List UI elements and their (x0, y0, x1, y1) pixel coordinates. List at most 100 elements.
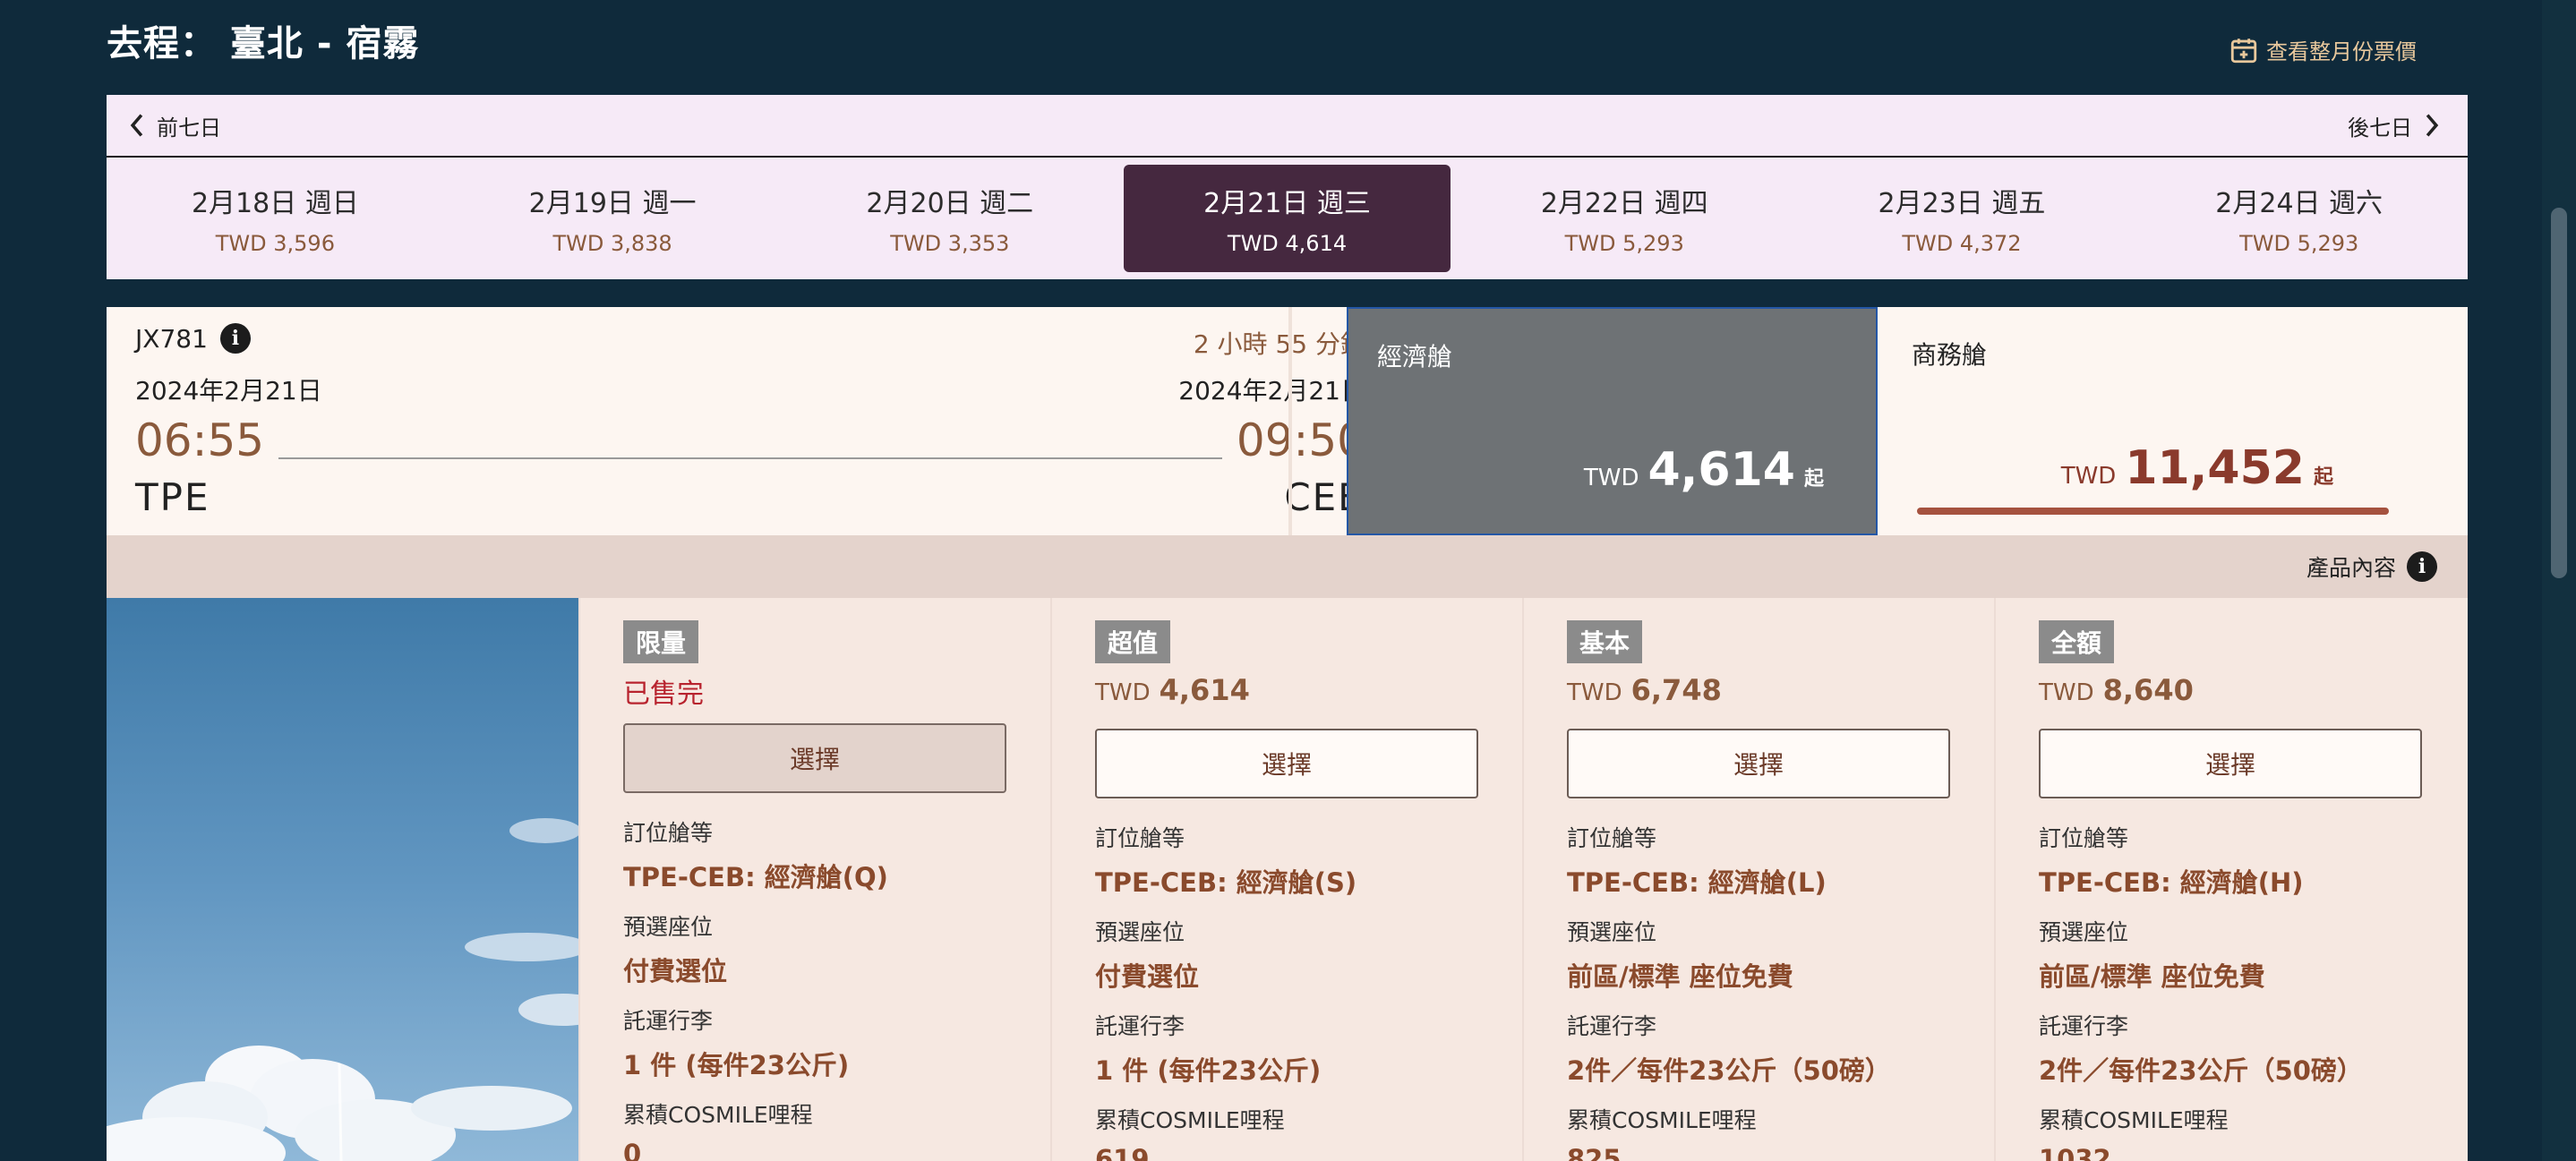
cosmile-miles: 累積COSMILE哩程 619 (1095, 1103, 1285, 1161)
date-tab-price: TWD 5,293 (1564, 231, 1684, 256)
fare-badge: 全額 (2039, 620, 2115, 663)
departure-airport: TPE (135, 475, 210, 519)
price-from-suffix: 起 (1803, 468, 1824, 491)
fare-badge: 限量 (623, 620, 699, 663)
price-amount: 4,614 (1159, 673, 1250, 707)
detail-label: 訂位艙等 (1095, 825, 1185, 851)
date-tab-price: TWD 5,293 (2239, 231, 2359, 256)
cabin-price: TWD 4,614 起 (1584, 443, 1824, 497)
detail-label: 託運行李 (623, 1008, 714, 1034)
detail-value: 前區/標準 座位免費 (1567, 961, 1793, 992)
info-icon[interactable]: i (219, 323, 251, 354)
next-week-label: 後七日 (2348, 115, 2412, 141)
sky-clouds-image (107, 598, 578, 1161)
cabin-price: TWD 11,452 起 (2061, 441, 2333, 495)
detail-label: 預選座位 (2039, 919, 2129, 945)
detail-label: 累積COSMILE哩程 (623, 1102, 813, 1128)
date-tab[interactable]: 2月23日 週五 TWD 4,372 (1799, 165, 2126, 272)
detail-value: 825 (1567, 1144, 1622, 1161)
select-button[interactable]: 選擇 (2039, 729, 2422, 798)
product-content-label: 產品內容 (2306, 555, 2396, 581)
booking-class: 訂位艙等 TPE-CEB: 經濟艙(Q) (623, 815, 888, 894)
seat-selection: 預選座位 前區/標準 座位免費 (2039, 915, 2265, 994)
detail-value: 2件／每件23公斤（50磅） (2039, 1055, 2363, 1086)
date-tab[interactable]: 2月19日 週一 TWD 3,838 (449, 165, 776, 272)
arrival-date: 2024年2月21日 (1178, 376, 1365, 405)
cosmile-miles: 累積COSMILE哩程 0 (623, 1097, 813, 1161)
detail-value: TPE-CEB: 經濟艙(Q) (623, 862, 888, 892)
date-tab-date: 2月18日 週日 (191, 188, 359, 219)
date-tab[interactable]: 2月18日 週日 TWD 3,596 (112, 165, 439, 272)
date-tab-price: TWD 3,838 (552, 231, 672, 256)
flight-card: JX781 i 2 小時 55 分鐘 2024年2月21日 2024年2月21日… (107, 307, 2468, 535)
scrollbar-thumb[interactable] (2551, 208, 2567, 578)
date-tab-date: 2月20日 週二 (866, 188, 1034, 219)
route-title: 去程： 臺北 - 宿霧 (107, 23, 420, 64)
currency: TWD (1567, 679, 1622, 706)
month-fares-link[interactable]: 查看整月份票價 (2229, 34, 2417, 65)
booking-class: 訂位艙等 TPE-CEB: 經濟艙(L) (1567, 821, 1827, 900)
price-amount: 4,614 (1647, 443, 1795, 497)
date-tab[interactable]: 2月20日 週二 TWD 3,353 (786, 165, 1113, 272)
cosmile-miles: 累積COSMILE哩程 1032 (2039, 1103, 2229, 1161)
select-button[interactable]: 選擇 (623, 723, 1006, 793)
detail-value: 前區/標準 座位免費 (2039, 961, 2265, 992)
select-button[interactable]: 選擇 (1567, 729, 1950, 798)
detail-label: 託運行李 (1567, 1013, 1657, 1039)
fare-badge: 超值 (1095, 620, 1171, 663)
detail-label: 訂位艙等 (1567, 825, 1657, 851)
date-tab-date: 2月23日 週五 (1878, 188, 2046, 219)
fare-price: TWD 4,614 (1095, 673, 1250, 707)
currency: TWD (1095, 679, 1151, 706)
date-tab-price: TWD 3,353 (890, 231, 1010, 256)
info-icon[interactable]: i (2407, 551, 2437, 582)
fare-options: 限量 已售完 選擇 訂位艙等 TPE-CEB: 經濟艙(Q) 預選座位 付費選位… (107, 598, 2468, 1161)
detail-value: TPE-CEB: 經濟艙(L) (1567, 867, 1827, 898)
detail-label: 託運行李 (1095, 1013, 1185, 1039)
checked-baggage: 託運行李 1 件 (每件23公斤) (623, 1003, 849, 1082)
detail-label: 累積COSMILE哩程 (2039, 1107, 2229, 1133)
detail-label: 累積COSMILE哩程 (1567, 1107, 1757, 1133)
next-week-button[interactable]: 後七日 (2348, 110, 2441, 141)
date-tab-selected[interactable]: 2月21日 週三 TWD 4,614 (1124, 165, 1451, 272)
select-button[interactable]: 選擇 (1095, 729, 1478, 798)
date-tab[interactable]: 2月24日 週六 TWD 5,293 (2135, 165, 2462, 272)
price-amount: 11,452 (2125, 441, 2305, 495)
currency: TWD (1583, 465, 1639, 491)
detail-value: 1032 (2039, 1144, 2111, 1161)
currency: TWD (2039, 679, 2094, 706)
detail-value: TPE-CEB: 經濟艙(H) (2039, 867, 2304, 898)
date-tab-date: 2月21日 週三 (1203, 188, 1371, 219)
booking-class: 訂位艙等 TPE-CEB: 經濟艙(S) (1095, 821, 1356, 900)
checked-baggage: 託運行李 1 件 (每件23公斤) (1095, 1009, 1321, 1088)
detail-label: 累積COSMILE哩程 (1095, 1107, 1285, 1133)
price-from-suffix: 起 (2313, 466, 2333, 489)
fare-column-basic: 基本 TWD 6,748 選擇 訂位艙等 TPE-CEB: 經濟艙(L) 預選座… (1522, 598, 1994, 1161)
seat-selection: 預選座位 前區/標準 座位免費 (1567, 915, 1793, 994)
date-tab-date: 2月24日 週六 (2215, 188, 2383, 219)
detail-value: 付費選位 (623, 956, 728, 986)
fare-column-full: 全額 TWD 8,640 選擇 訂位艙等 TPE-CEB: 經濟艙(H) 預選座… (1994, 598, 2466, 1161)
cabin-business-option[interactable]: 商務艙 TWD 11,452 起 (1883, 307, 2414, 535)
prev-week-button[interactable]: 前七日 (128, 110, 221, 141)
price-amount: 6,748 (1630, 673, 1722, 707)
detail-label: 訂位艙等 (2039, 825, 2129, 851)
departure-time: 06:55 (135, 414, 265, 466)
date-tab[interactable]: 2月22日 週四 TWD 5,293 (1461, 165, 1788, 272)
departure-date: 2024年2月21日 (135, 376, 322, 405)
checked-baggage: 託運行李 2件／每件23公斤（50磅） (1567, 1009, 1891, 1088)
date-navigator: 前七日 後七日 2月18日 週日 TWD 3,596 2月19日 週一 TWD 3,… (107, 95, 2468, 279)
detail-label: 預選座位 (1567, 919, 1657, 945)
fare-column-value: 超值 TWD 4,614 選擇 訂位艙等 TPE-CEB: 經濟艙(S) 預選座… (1050, 598, 1522, 1161)
chevron-right-icon (2426, 114, 2439, 137)
fare-badge: 基本 (1567, 620, 1643, 663)
detail-value: 2件／每件23公斤（50磅） (1567, 1055, 1891, 1086)
flight-number: JX781 i (135, 323, 251, 354)
cabin-economy-option[interactable]: 經濟艙 TWD 4,614 起 (1347, 307, 1878, 535)
date-tab-price: TWD 4,372 (1902, 231, 2022, 256)
booking-class: 訂位艙等 TPE-CEB: 經濟艙(H) (2039, 821, 2304, 900)
route-line (278, 457, 1222, 459)
divider (1288, 307, 1292, 535)
page-scrollbar[interactable] (2542, 0, 2576, 1161)
detail-label: 託運行李 (2039, 1013, 2129, 1039)
